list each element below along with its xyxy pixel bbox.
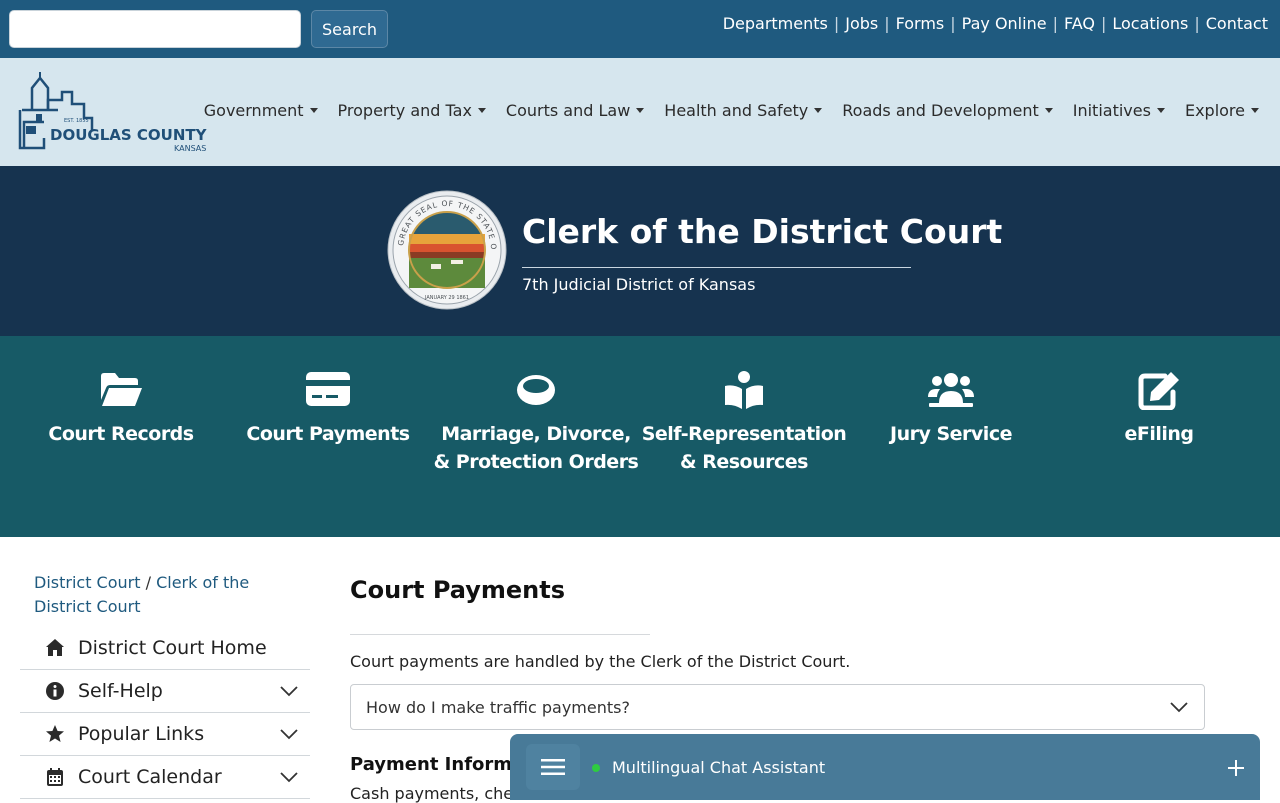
chat-menu-button[interactable] xyxy=(526,744,580,790)
logo-state: KANSAS xyxy=(174,144,206,153)
quick-link-label: Self-Representation & Resources xyxy=(641,423,847,473)
quick-links: Court Records Court Payments Marriage, D… xyxy=(0,336,1280,537)
chevron-down-icon[interactable] xyxy=(280,685,298,697)
link-contact[interactable]: Contact xyxy=(1206,14,1268,33)
sidebar-item-district-court-home[interactable]: District Court Home xyxy=(20,627,310,670)
nav-item-initiatives[interactable]: Initiatives xyxy=(1073,101,1165,120)
folder-open-icon xyxy=(101,373,142,406)
quick-link-label: Court Records xyxy=(48,423,194,445)
chevron-down-icon[interactable] xyxy=(280,771,298,783)
hamburger-icon xyxy=(541,759,565,775)
sidebar-item-label: Popular Links xyxy=(78,723,205,745)
kansas-seal: GREAT SEAL OF THE STATE OF KANSAS JANUAR… xyxy=(387,190,507,310)
search-button[interactable]: Search xyxy=(311,10,388,48)
nav-menu: Government Property and Tax Courts and L… xyxy=(184,101,1259,120)
divider xyxy=(350,634,650,635)
link-forms[interactable]: Forms xyxy=(896,14,945,33)
content-title: Court Payments xyxy=(350,576,566,604)
caret-down-icon xyxy=(1156,108,1165,113)
search-input[interactable] xyxy=(9,10,301,48)
separator: | xyxy=(833,14,840,33)
link-locations[interactable]: Locations xyxy=(1112,14,1188,33)
caret-down-icon xyxy=(477,108,486,113)
nav-item-health-and-safety[interactable]: Health and Safety xyxy=(664,101,823,120)
caret-down-icon xyxy=(309,108,318,113)
page-hero: GREAT SEAL OF THE STATE OF KANSAS JANUAR… xyxy=(0,166,1280,336)
logo-name: DOUGLAS COUNTY xyxy=(50,126,208,144)
nav-label: Government xyxy=(203,101,304,120)
caret-down-icon xyxy=(1251,108,1259,113)
page-subheading: 7th Judicial District of Kansas xyxy=(522,275,756,294)
link-jobs[interactable]: Jobs xyxy=(845,14,878,33)
online-status-dot xyxy=(592,764,600,772)
caret-down-icon xyxy=(636,108,645,113)
body-text: Cash payments, chec xyxy=(350,784,522,803)
quick-link-label: Jury Service xyxy=(890,423,1012,445)
intro-text: Court payments are handled by the Clerk … xyxy=(350,652,851,671)
separator: | xyxy=(1052,14,1058,33)
separator: | xyxy=(884,14,890,33)
calendar-icon xyxy=(47,768,63,786)
users-icon xyxy=(928,373,974,407)
nav-label: Roads and Development xyxy=(842,101,1039,120)
caret-down-icon xyxy=(814,108,823,113)
divider xyxy=(522,267,911,268)
quick-link-label: eFiling xyxy=(1124,423,1194,445)
nav-label: Courts and Law xyxy=(505,101,631,120)
nav-item-courts-and-law[interactable]: Courts and Law xyxy=(505,101,645,120)
breadcrumb: District Court / Clerk of the District C… xyxy=(34,571,304,619)
chat-widget[interactable]: Multilingual Chat Assistant xyxy=(510,734,1260,800)
quick-link-label: Marriage, Divorce, & Protection Orders xyxy=(433,423,639,473)
chevron-down-icon[interactable] xyxy=(280,728,298,740)
nav-label: Explore xyxy=(1184,101,1245,120)
nav-item-government[interactable]: Government xyxy=(204,101,318,120)
nav-item-roads-and-development[interactable]: Roads and Development xyxy=(842,101,1053,120)
breadcrumb-district-court[interactable]: District Court xyxy=(34,573,141,592)
link-faq[interactable]: FAQ xyxy=(1064,14,1095,33)
credit-card-icon xyxy=(306,372,350,406)
ring-icon xyxy=(517,375,555,405)
sidebar-item-self-help[interactable]: Self-Help xyxy=(20,670,310,713)
sidebar-item-court-calendar[interactable]: Court Calendar xyxy=(20,756,310,799)
sidebar-item-label: Self-Help xyxy=(78,680,163,702)
utility-links: Departments | Jobs | Forms | Pay Online … xyxy=(723,14,1268,33)
plus-icon[interactable] xyxy=(1226,758,1246,778)
caret-down-icon xyxy=(1044,108,1053,113)
chevron-down-icon xyxy=(1170,702,1188,713)
star-icon xyxy=(46,725,64,742)
faq-accordion-traffic-payments[interactable]: How do I make traffic payments? xyxy=(350,684,1205,730)
utility-bar: Search Departments | Jobs | Forms | Pay … xyxy=(0,0,1280,58)
nav-label: Health and Safety xyxy=(664,101,809,120)
quick-link-label: Court Payments xyxy=(246,423,410,445)
accordion-label: How do I make traffic payments? xyxy=(366,698,630,717)
chat-title: Multilingual Chat Assistant xyxy=(612,758,826,777)
douglas-county-logo[interactable]: EST. 1855 DOUGLAS COUNTY KANSAS xyxy=(14,70,210,154)
info-circle-icon xyxy=(46,682,64,700)
breadcrumb-separator: / xyxy=(145,573,151,592)
seal-date: JANUARY 29 1861 xyxy=(424,295,469,301)
nav-item-property-and-tax[interactable]: Property and Tax xyxy=(338,101,486,120)
sidebar-item-label: District Court Home xyxy=(78,637,267,659)
sidebar-item-label: Court Calendar xyxy=(78,766,222,788)
sidebar-item-popular-links[interactable]: Popular Links xyxy=(20,713,310,756)
main-navigation: EST. 1855 DOUGLAS COUNTY KANSAS Governme… xyxy=(0,58,1280,166)
separator: | xyxy=(1194,14,1200,33)
reader-icon xyxy=(725,371,763,409)
edit-icon xyxy=(1138,372,1179,410)
home-icon xyxy=(46,639,64,656)
page-heading: Clerk of the District Court xyxy=(522,212,1003,251)
nav-label: Property and Tax xyxy=(337,101,472,120)
nav-item-explore[interactable]: Explore xyxy=(1185,101,1259,120)
logo-est: EST. 1855 xyxy=(64,118,89,124)
link-departments[interactable]: Departments xyxy=(723,14,828,33)
link-pay-online[interactable]: Pay Online xyxy=(962,14,1047,33)
nav-label: Initiatives xyxy=(1072,101,1151,120)
separator: | xyxy=(1100,14,1107,33)
separator: | xyxy=(950,14,956,33)
